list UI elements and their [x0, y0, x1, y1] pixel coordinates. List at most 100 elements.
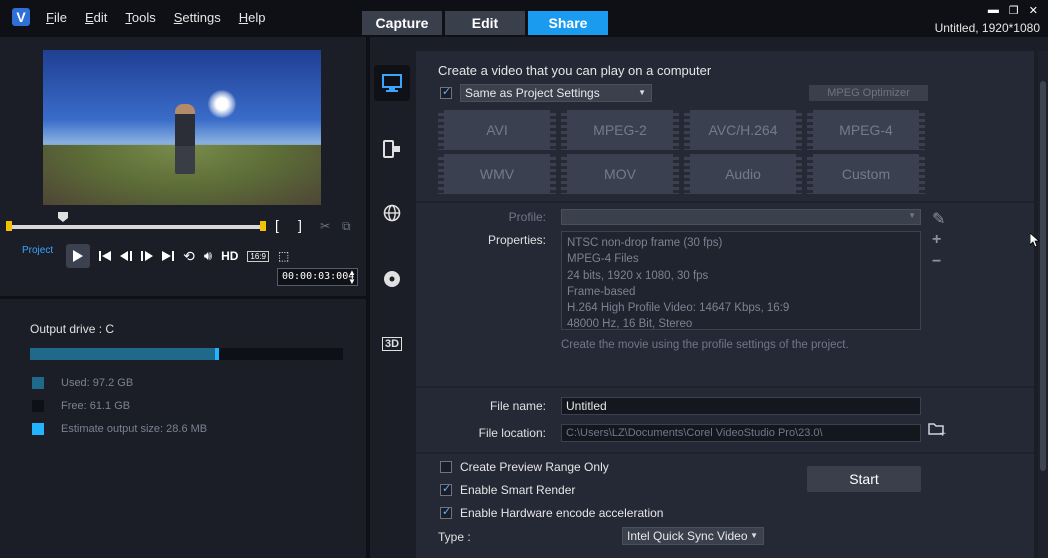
hardware-accel-option: Enable Hardware encode acceleration — [440, 505, 663, 520]
trim-end-handle[interactable] — [260, 221, 266, 231]
computer-category-button[interactable] — [374, 65, 410, 101]
scrollbar-thumb[interactable] — [1040, 81, 1046, 471]
player-panel: [ ] ✂ ⧉ Project ⟲ 🔊︎ HD 16:9 ⬚ 00:00:03:… — [0, 37, 366, 558]
smart-render-checkbox[interactable] — [440, 482, 452, 496]
scrub-bar[interactable] — [6, 212, 266, 231]
preview-range-checkbox[interactable] — [440, 461, 452, 473]
smart-render-option: Enable Smart Render — [440, 482, 575, 497]
same-as-project-checkbox[interactable] — [440, 85, 452, 99]
restore-icon[interactable]: ❐ — [1009, 4, 1019, 17]
section-divider — [416, 201, 1034, 203]
enlarge-preview-icon[interactable]: ⧉ — [342, 219, 351, 234]
play-icon — [73, 250, 84, 262]
mark-in-icon[interactable]: [ — [275, 217, 279, 233]
property-line: NTSC non-drop frame (30 fps) — [567, 237, 723, 249]
volume-icon[interactable]: 🔊︎ — [204, 248, 212, 264]
add-profile-icon[interactable]: + — [932, 231, 941, 249]
same-as-project-dropdown[interactable]: Same as Project Settings ▼ — [460, 84, 652, 102]
tab-share[interactable]: Share — [528, 11, 608, 35]
start-button[interactable]: Start — [807, 466, 921, 492]
chevron-down-icon: ▼ — [750, 531, 758, 540]
split-clip-icon[interactable]: ✂ — [320, 219, 330, 233]
profile-dropdown[interactable]: ▼ — [561, 209, 921, 225]
file-location-label: File location: — [478, 426, 546, 440]
workspace-tabs: Capture Edit Share — [362, 11, 608, 35]
timecode-display[interactable]: 00:00:03:004 — [277, 268, 358, 286]
disc-icon — [384, 271, 400, 287]
format-custom[interactable]: Custom — [807, 154, 925, 194]
section-divider — [416, 386, 1034, 388]
format-mpeg2[interactable]: MPEG-2 — [561, 110, 679, 150]
3d-category-button[interactable]: 3D — [374, 326, 410, 362]
format-wmv[interactable]: WMV — [438, 154, 556, 194]
scrub-thumb[interactable] — [58, 212, 68, 222]
go-to-start-icon[interactable] — [99, 250, 112, 262]
preview-range-option: Create Preview Range Only — [440, 460, 609, 474]
property-line: Frame-based — [567, 285, 636, 298]
panel-divider — [0, 296, 366, 299]
trim-start-handle[interactable] — [6, 221, 12, 231]
3d-icon: 3D — [381, 337, 403, 351]
encoder-type-dropdown[interactable]: Intel Quick Sync Video ▼ — [622, 527, 764, 545]
file-location-input[interactable]: C:\Users\LZ\Documents\Corel VideoStudio … — [561, 424, 921, 442]
preview-sun — [208, 90, 236, 118]
aspect-ratio-button[interactable]: 16:9 — [247, 250, 269, 262]
menu-file[interactable]: File — [46, 10, 67, 25]
edit-profile-icon[interactable]: ✎ — [932, 209, 945, 229]
go-to-end-icon[interactable] — [162, 250, 175, 262]
project-mode-label[interactable]: Project — [22, 245, 53, 256]
drive-used-fill — [30, 348, 215, 360]
property-line: H.264 High Profile Video: 14647 Kbps, 16… — [567, 302, 790, 315]
video-preview[interactable] — [43, 50, 321, 205]
display-mode-icon[interactable]: ⬚ — [278, 249, 289, 263]
svg-text:+: + — [939, 429, 946, 436]
share-panel: 3D Create a video that you can play on a… — [370, 37, 1048, 558]
window-controls: ▬ ❐ ✕ — [988, 4, 1038, 17]
app-logo-icon: V — [12, 8, 30, 26]
legend-free: Free: 61.1 GB — [32, 400, 130, 412]
format-mpeg4[interactable]: MPEG-4 — [807, 110, 925, 150]
tab-edit[interactable]: Edit — [445, 11, 525, 35]
file-name-input[interactable]: Untitled — [561, 397, 921, 415]
format-audio[interactable]: Audio — [684, 154, 802, 194]
device-category-button[interactable] — [374, 131, 410, 167]
property-line: 48000 Hz, 16 Bit, Stereo — [567, 318, 693, 331]
timecode-stepper-icon[interactable]: ▲ ▼ — [348, 268, 356, 286]
format-avc-h264[interactable]: AVC/H.264 — [684, 110, 802, 150]
disc-category-button[interactable] — [374, 261, 410, 297]
menu-bar: File Edit Tools Settings Help — [46, 10, 283, 25]
menu-edit[interactable]: Edit — [85, 10, 107, 25]
project-info: Untitled, 1920*1080 — [934, 21, 1040, 35]
close-icon[interactable]: ✕ — [1029, 4, 1038, 17]
remove-profile-icon[interactable]: − — [932, 253, 941, 271]
menu-tools[interactable]: Tools — [125, 10, 155, 25]
property-line: 24 bits, 1920 x 1080, 30 fps — [567, 269, 709, 282]
browse-folder-icon[interactable]: + — [928, 421, 947, 441]
mark-out-icon[interactable]: ] — [298, 217, 302, 233]
legend-used: Used: 97.2 GB — [32, 377, 133, 389]
play-button[interactable] — [66, 244, 91, 268]
mpeg-optimizer-button[interactable]: MPEG Optimizer — [809, 85, 928, 101]
profile-label: Profile: — [508, 210, 546, 224]
property-line: MPEG-4 Files — [567, 253, 639, 266]
used-swatch — [32, 377, 44, 389]
vertical-scrollbar[interactable] — [1038, 51, 1048, 558]
hd-preview-toggle[interactable]: HD — [221, 249, 238, 263]
web-category-button[interactable] — [374, 195, 410, 231]
format-mov[interactable]: MOV — [561, 154, 679, 194]
format-avi[interactable]: AVI — [438, 110, 556, 150]
share-heading: Create a video that you can play on a co… — [438, 63, 712, 78]
mouse-cursor-icon — [1030, 233, 1040, 247]
menu-help[interactable]: Help — [239, 10, 266, 25]
type-label: Type : — [438, 530, 471, 544]
menu-settings[interactable]: Settings — [174, 10, 221, 25]
hardware-accel-checkbox[interactable] — [440, 505, 452, 519]
minimize-icon[interactable]: ▬ — [988, 4, 999, 17]
estimate-output-fill — [215, 348, 219, 360]
section-divider — [416, 452, 1034, 454]
next-frame-icon[interactable] — [141, 250, 154, 262]
previous-frame-icon[interactable] — [120, 250, 133, 262]
app-window: V File Edit Tools Settings Help Capture … — [0, 0, 1048, 558]
tab-capture[interactable]: Capture — [362, 11, 442, 35]
repeat-icon[interactable]: ⟲ — [183, 248, 195, 265]
